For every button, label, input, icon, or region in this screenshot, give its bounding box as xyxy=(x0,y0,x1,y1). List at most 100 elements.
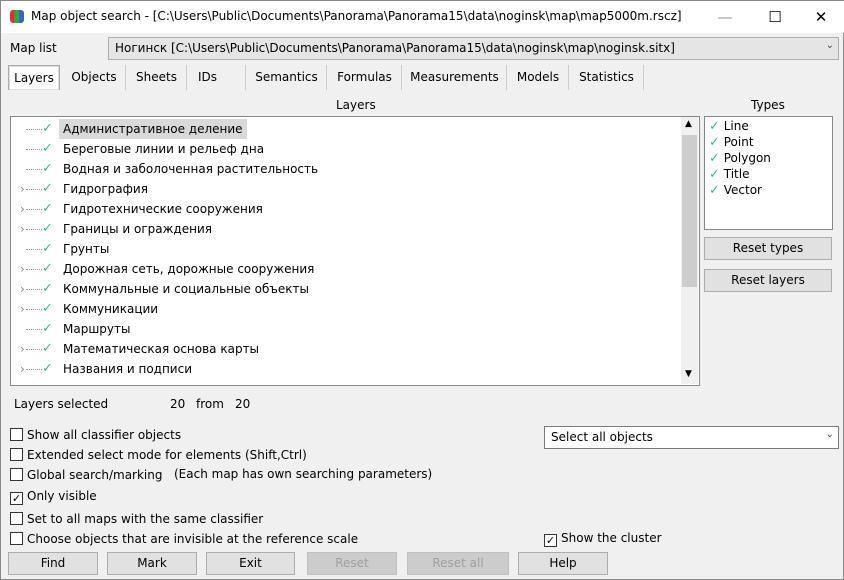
type-item[interactable]: ✓ Title xyxy=(709,166,749,182)
check-icon[interactable]: ✓ xyxy=(42,359,53,379)
layers-total-count: 20 xyxy=(235,397,251,411)
expand-chevron-icon[interactable]: › xyxy=(20,199,25,219)
option-checkbox[interactable]: Choose objects that are invisible at the… xyxy=(10,532,358,546)
chevron-down-icon: ⌄ xyxy=(825,40,834,51)
reset-all-button[interactable]: Reset all xyxy=(407,552,509,575)
reset-button[interactable]: Reset xyxy=(307,552,397,575)
scroll-up-icon[interactable]: ▲ xyxy=(685,119,692,129)
tree-item-label: Маршруты xyxy=(63,322,131,336)
tab-layers[interactable]: Layers xyxy=(8,65,60,90)
check-icon[interactable]: ✓ xyxy=(709,151,720,166)
tree-item-label: Дорожная сеть, дорожные сооружения xyxy=(63,262,315,276)
checkbox-icon xyxy=(10,428,23,441)
expand-chevron-icon[interactable]: › xyxy=(20,339,25,359)
type-item[interactable]: ✓ Point xyxy=(709,134,754,150)
tree-item[interactable]: › ✓ Коммуникации xyxy=(11,299,681,319)
scrollbar-thumb[interactable] xyxy=(682,135,697,287)
check-icon[interactable]: ✓ xyxy=(42,279,53,299)
tree-item[interactable]: ✓ Грунты xyxy=(11,239,681,259)
option-label: Global search/marking xyxy=(27,468,163,482)
tree-item[interactable]: › ✓ Математическая основа карты xyxy=(11,339,681,359)
check-icon[interactable]: ✓ xyxy=(42,179,53,199)
expand-chevron-icon[interactable]: › xyxy=(20,279,25,299)
tree-line xyxy=(26,169,42,170)
option-checkbox[interactable]: Set to all maps with the same classifier xyxy=(10,512,263,526)
tree-item[interactable]: › ✓ Дорожная сеть, дорожные сооружения xyxy=(11,259,681,279)
show-cluster-checkbox[interactable]: ✓ Show the cluster xyxy=(544,531,662,547)
option-label: Extended select mode for elements (Shift… xyxy=(27,448,307,462)
tab-models[interactable]: Models xyxy=(508,65,569,90)
scroll-down-icon[interactable]: ▼ xyxy=(685,369,692,379)
option-checkbox[interactable]: Extended select mode for elements (Shift… xyxy=(10,448,307,462)
tree-item[interactable]: › ✓ Коммунальные и социальные объекты xyxy=(11,279,681,299)
check-icon[interactable]: ✓ xyxy=(42,259,53,279)
tab-statistics[interactable]: Statistics xyxy=(570,65,644,90)
select-mode-dropdown[interactable]: Select all objects ⌄ xyxy=(544,426,839,449)
check-icon[interactable]: ✓ xyxy=(42,139,53,159)
tree-item[interactable]: ✓ Водная и заболоченная растительность xyxy=(11,159,681,179)
global-search-note: (Each map has own searching parameters) xyxy=(174,467,433,481)
from-label: from xyxy=(196,397,224,411)
tree-item[interactable]: › ✓ Границы и ограждения xyxy=(11,219,681,239)
map-list-select[interactable]: Ногинск [C:\Users\Public\Documents\Panor… xyxy=(108,37,839,60)
close-icon[interactable]: ✕ xyxy=(811,7,831,27)
types-list[interactable]: ✓ Line ✓ Point ✓ Polygon ✓ Title ✓ Vector xyxy=(704,116,833,230)
check-icon[interactable]: ✓ xyxy=(42,239,53,259)
option-checkbox[interactable]: ✓ Only visible xyxy=(10,489,97,505)
expand-chevron-icon[interactable]: › xyxy=(20,359,25,379)
tree-item[interactable]: ✓ Маршруты xyxy=(11,319,681,339)
check-icon[interactable]: ✓ xyxy=(42,219,53,239)
option-label: Choose objects that are invisible at the… xyxy=(27,532,359,546)
check-icon[interactable]: ✓ xyxy=(709,135,720,150)
tree-item[interactable]: ✓ Береговые линии и рельеф дна xyxy=(11,139,681,159)
tab-semantics[interactable]: Semantics xyxy=(247,65,327,90)
tree-item[interactable]: › ✓ Гидротехнические сооружения xyxy=(11,199,681,219)
map-list-value: Ногинск [C:\Users\Public\Documents\Panor… xyxy=(115,41,675,55)
tree-item[interactable]: › ✓ Гидрография xyxy=(11,179,681,199)
find-button[interactable]: Find xyxy=(8,552,98,575)
mark-button[interactable]: Mark xyxy=(107,552,197,575)
exit-button[interactable]: Exit xyxy=(206,552,295,575)
check-icon[interactable]: ✓ xyxy=(42,119,53,139)
show-cluster-label: Show the cluster xyxy=(561,531,662,545)
tree-item[interactable]: › ✓ Названия и подписи xyxy=(11,359,681,379)
checkbox-icon xyxy=(10,532,23,545)
check-icon[interactable]: ✓ xyxy=(42,339,53,359)
tree-line xyxy=(26,129,42,130)
check-icon[interactable]: ✓ xyxy=(709,119,720,134)
type-label: Title xyxy=(723,167,750,181)
expand-chevron-icon[interactable]: › xyxy=(20,299,25,319)
help-button[interactable]: Help xyxy=(518,552,608,575)
check-icon[interactable]: ✓ xyxy=(42,159,53,179)
reset-layers-button[interactable]: Reset layers xyxy=(704,269,832,292)
types-header: Types xyxy=(751,98,785,112)
check-icon[interactable]: ✓ xyxy=(42,299,53,319)
expand-chevron-icon[interactable]: › xyxy=(20,219,25,239)
type-item[interactable]: ✓ Vector xyxy=(709,182,762,198)
tab-sheets[interactable]: Sheets xyxy=(127,65,187,90)
expand-chevron-icon[interactable]: › xyxy=(20,179,25,199)
option-checkbox[interactable]: Global search/marking xyxy=(10,468,162,482)
option-label: Show all classifier objects xyxy=(27,428,182,442)
option-checkbox[interactable]: Show all classifier objects xyxy=(10,428,181,442)
maximize-icon[interactable]: ☐ xyxy=(765,7,785,27)
tab-formulas[interactable]: Formulas xyxy=(328,65,402,90)
tree-line xyxy=(26,269,42,270)
check-icon[interactable]: ✓ xyxy=(709,183,720,198)
minimize-icon[interactable]: — xyxy=(715,7,735,27)
tab-ids[interactable]: IDs xyxy=(188,65,246,90)
check-icon[interactable]: ✓ xyxy=(709,167,720,182)
layers-scrollbar[interactable]: ▲ ▼ xyxy=(681,117,698,384)
reset-types-button[interactable]: Reset types xyxy=(704,237,832,260)
expand-chevron-icon[interactable]: › xyxy=(20,259,25,279)
check-icon[interactable]: ✓ xyxy=(42,199,53,219)
layers-tree[interactable]: ✓ Административное деление ✓ Береговые лини… xyxy=(10,116,700,386)
tree-item[interactable]: ✓ Административное деление xyxy=(11,119,681,139)
tree-item-label: Грунты xyxy=(63,242,110,256)
check-icon[interactable]: ✓ xyxy=(42,319,53,339)
tab-measurements[interactable]: Measurements xyxy=(403,65,507,90)
type-item[interactable]: ✓ Line xyxy=(709,118,749,134)
tree-line xyxy=(26,349,42,350)
type-item[interactable]: ✓ Polygon xyxy=(709,150,771,166)
tab-objects[interactable]: Objects xyxy=(63,65,126,90)
